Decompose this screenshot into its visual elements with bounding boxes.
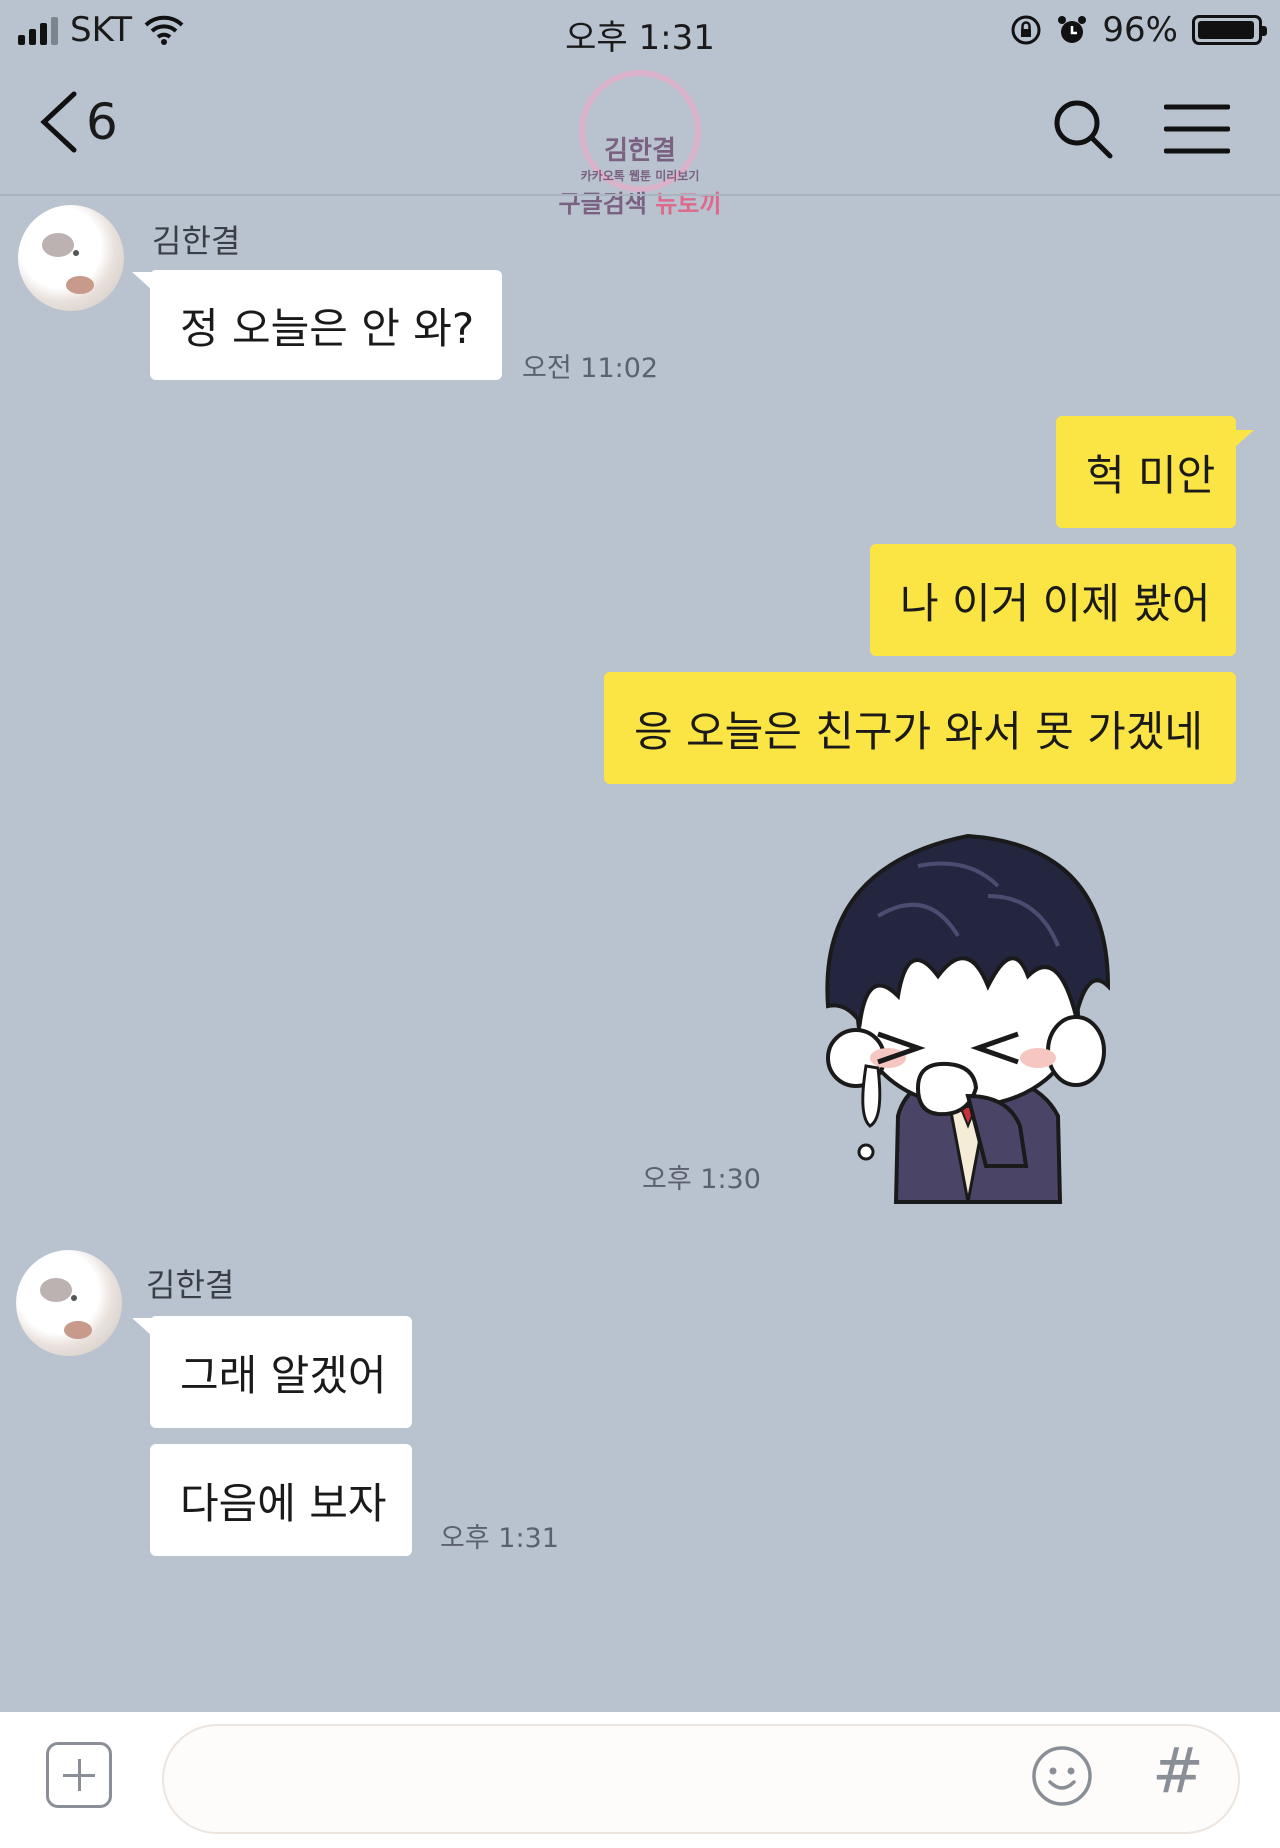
chat-header: 6 김한결 카카오톡 웹툰 미리보기 구글검색 뉴토끼 xyxy=(0,60,1280,218)
watermark-line2: 카카오톡 웹툰 미리보기 xyxy=(580,169,700,183)
message-bubble-sent[interactable]: 헉 미안 xyxy=(1056,416,1236,528)
header-actions xyxy=(1052,98,1230,160)
hashtag-button[interactable]: # xyxy=(1152,1734,1204,1807)
message-bubble-received[interactable]: 다음에 보자 xyxy=(150,1444,412,1556)
status-bar: SKT 오후 1:31 96% xyxy=(0,0,1280,60)
battery-fill xyxy=(1198,21,1254,39)
sender-name: 김한결 xyxy=(152,222,241,260)
unread-count: 6 xyxy=(86,93,118,151)
message-bubble-sent[interactable]: 나 이거 이제 봤어 xyxy=(870,544,1236,656)
chevron-left-icon xyxy=(40,91,77,153)
battery-icon xyxy=(1192,15,1267,45)
hamster-avatar-icon xyxy=(40,1278,92,1339)
sender-name: 김한결 xyxy=(146,1266,235,1304)
bubble-tail xyxy=(132,1318,152,1336)
avatar[interactable] xyxy=(16,1250,122,1356)
avatar[interactable] xyxy=(18,205,124,311)
battery-percent: 96% xyxy=(1102,10,1178,50)
watermark-logo: 김한결 카카오톡 웹툰 미리보기 구글검색 뉴토끼 xyxy=(555,60,725,218)
hamster-avatar-icon xyxy=(42,233,94,294)
message-bubble-sent[interactable]: 응 오늘은 친구가 와서 못 가겠네 xyxy=(604,672,1236,784)
message-bubble-received[interactable]: 그래 알겠어 xyxy=(150,1316,412,1428)
watermark-text: 김한결 카카오톡 웹툰 미리보기 구글검색 뉴토끼 xyxy=(555,130,725,219)
message-bubble-received[interactable]: 정 오늘은 안 와? xyxy=(150,270,502,380)
crying-boy-sticker[interactable] xyxy=(808,826,1128,1206)
message-time: 오후 1:30 xyxy=(642,1164,761,1195)
plus-button[interactable] xyxy=(46,1742,112,1808)
back-button[interactable]: 6 xyxy=(38,90,118,154)
bubble-tail xyxy=(1234,430,1254,448)
status-right: 96% xyxy=(1010,10,1267,50)
alarm-icon xyxy=(1058,16,1087,43)
header-divider xyxy=(0,194,1280,196)
bubble-tail xyxy=(132,272,152,290)
watermark-line1: 김한결 xyxy=(604,136,676,166)
emoji-icon[interactable] xyxy=(1030,1744,1094,1808)
input-bar: # xyxy=(0,1712,1280,1848)
search-icon[interactable] xyxy=(1052,98,1114,160)
message-time: 오후 1:31 xyxy=(440,1523,559,1554)
message-time: 오전 11:02 xyxy=(522,353,659,384)
menu-icon[interactable] xyxy=(1164,103,1230,155)
watermark-line3: 구글검색 뉴토끼 xyxy=(555,184,725,219)
rotation-lock-icon xyxy=(1011,15,1041,45)
